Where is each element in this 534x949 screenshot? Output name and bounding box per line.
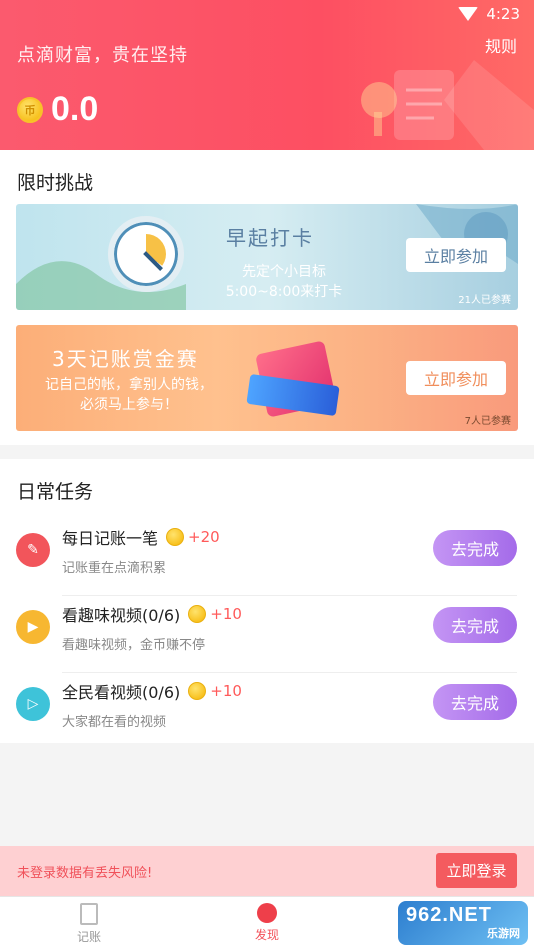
task-name-row: 全民看视频(0/6) +10 — [62, 679, 242, 703]
discover-icon — [257, 903, 277, 923]
slogan: 点滴财富，贵在坚持 — [17, 45, 188, 66]
status-time: 4:23 — [486, 5, 520, 23]
rules-link[interactable]: 规则 — [485, 33, 517, 57]
challenges-title: 限时挑战 — [17, 172, 94, 194]
coin-icon — [188, 605, 207, 623]
login-button[interactable]: 立即登录 — [436, 853, 517, 888]
login-warning-text: 未登录数据有丢失风险! — [17, 866, 153, 881]
participants-count: 21人已参赛 — [458, 295, 511, 306]
banner-subtitle: 先定个小目标 5:00~8:00来打卡 — [225, 264, 343, 300]
task-name: 每日记账一笔 — [62, 529, 159, 548]
task-name: 全民看视频(0/6) — [62, 683, 181, 702]
task-item: ▷ 全民看视频(0/6) +10 大家都在看的视频 去完成 — [0, 673, 534, 750]
status-bar: 4:23 — [458, 5, 520, 23]
nav-label: 发现 — [254, 928, 279, 942]
watermark-top: 962.NET — [406, 904, 492, 926]
task-item: ✎ 每日记账一笔 +20 记账重在点滴积累 去完成 — [0, 519, 534, 596]
join-button[interactable]: 立即参加 — [406, 361, 506, 395]
header-decoration-icon — [361, 60, 534, 150]
banner-title: 早起打卡 — [226, 226, 314, 250]
nav-label: 记账 — [76, 930, 101, 944]
daily-tasks-title: 日常任务 — [17, 481, 94, 503]
join-button[interactable]: 立即参加 — [406, 238, 506, 272]
bookkeeping-contest-banner[interactable]: 3天记账赏金赛 记自己的帐，拿别人的钱， 必须马上参与！ 立即参加 7人已参赛 — [16, 325, 518, 431]
task-desc: 记账重在点滴积累 — [62, 561, 167, 576]
login-warning-bar: 未登录数据有丢失风险! 立即登录 — [0, 846, 534, 896]
balance-value: 0.0 — [51, 90, 99, 128]
task-reward: +20 — [188, 528, 220, 546]
coin-icon: 币 — [17, 96, 43, 123]
alarm-clock-icon — [108, 216, 184, 292]
banner-title: 3天记账赏金赛 — [52, 347, 199, 371]
watermark-bottom: 乐游网 — [487, 928, 520, 940]
video-icon: ▶ — [16, 610, 50, 644]
task-item: ▶ 看趣味视频(0/6) +10 看趣味视频，金币赚不停 去完成 — [0, 596, 534, 673]
wifi-icon — [458, 7, 479, 21]
task-reward: +10 — [210, 605, 242, 623]
banner-subtitle: 记自己的帐，拿别人的钱， 必须马上参与！ — [45, 377, 213, 413]
header: 4:23 点滴财富，贵在坚持 规则 币 0.0 — [0, 0, 534, 150]
nav-item-discover[interactable]: 发现 — [237, 903, 297, 943]
participants-count: 7人已参赛 — [464, 416, 511, 427]
coin-balance: 币 0.0 — [17, 90, 98, 129]
challenges-section: 限时挑战 早起打卡 先定个小目标 5:00~8:00来打卡 立即参加 21人已参… — [0, 150, 534, 445]
book-icon — [80, 903, 98, 925]
complete-button[interactable]: 去完成 — [433, 530, 517, 566]
complete-button[interactable]: 去完成 — [433, 684, 517, 720]
pencil-icon: ✎ — [16, 533, 50, 567]
complete-button[interactable]: 去完成 — [433, 607, 517, 643]
task-name-row: 每日记账一笔 +20 — [62, 525, 220, 549]
task-desc: 看趣味视频，金币赚不停 — [62, 638, 206, 653]
tv-icon: ▷ — [16, 687, 50, 721]
task-name-row: 看趣味视频(0/6) +10 — [62, 602, 242, 626]
coin-icon — [166, 528, 185, 546]
bottom-nav: 记账 发现 962.NET 乐游网 — [0, 896, 534, 949]
task-reward: +10 — [210, 682, 242, 700]
early-checkin-banner[interactable]: 早起打卡 先定个小目标 5:00~8:00来打卡 立即参加 21人已参赛 — [16, 204, 518, 310]
daily-tasks-section: 日常任务 ✎ 每日记账一笔 +20 记账重在点滴积累 去完成 ▶ 看趣味视频(0… — [0, 459, 534, 743]
task-desc: 大家都在看的视频 — [62, 715, 167, 730]
task-name: 看趣味视频(0/6) — [62, 606, 181, 625]
watermark-logo: 962.NET 乐游网 — [398, 901, 528, 945]
coin-icon — [188, 682, 207, 700]
nav-item-bookkeeping[interactable]: 记账 — [59, 903, 119, 945]
